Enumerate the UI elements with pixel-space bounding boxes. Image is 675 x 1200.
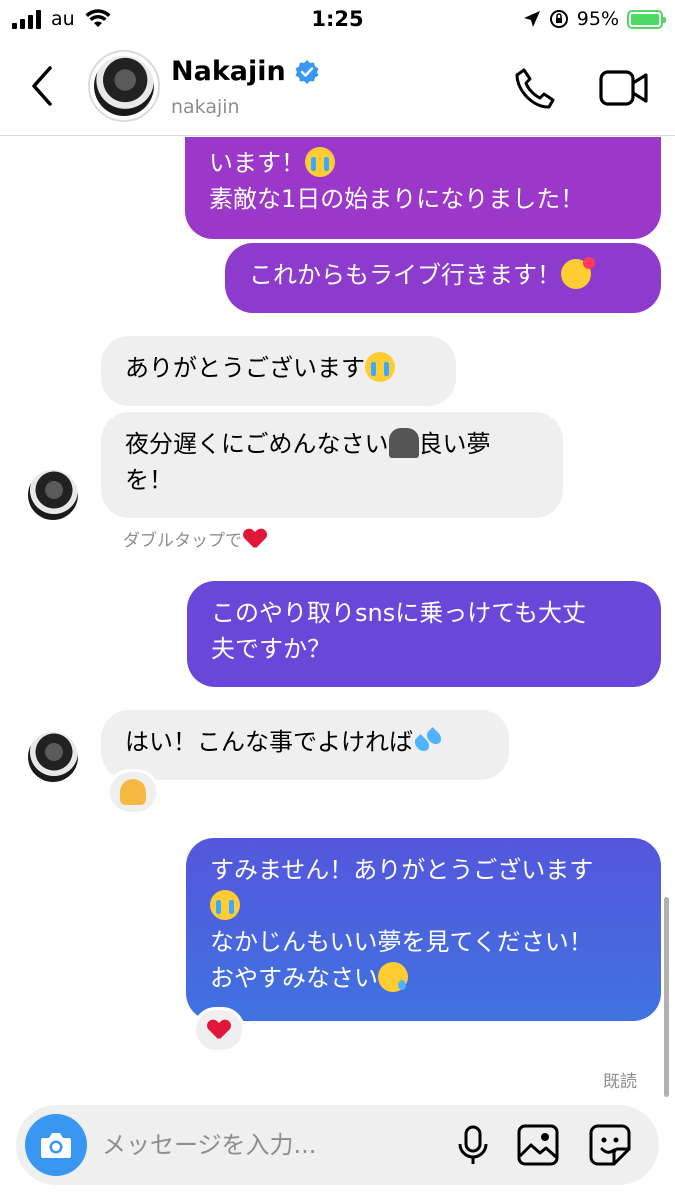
message-text: なかじんもいい夢を見てください！	[210, 928, 593, 956]
message-incoming[interactable]: はい！こんな事でよければ	[101, 710, 509, 780]
message-text: 夫ですか？	[211, 635, 331, 663]
message-input[interactable]	[102, 1127, 442, 1163]
profile-handle: nakajin	[171, 96, 240, 118]
message-text: おやすみなさい	[210, 964, 378, 992]
message-text: はい！こんな事でよければ	[125, 728, 413, 756]
location-arrow-icon	[523, 11, 540, 27]
sleepy-face-icon	[378, 962, 408, 992]
profile-name-row[interactable]: Nakajin	[171, 56, 320, 87]
message-incoming[interactable]: 夜分遅くにごめんなさい 良い夢 を！	[101, 412, 563, 518]
status-bar: au 1:25 95%	[0, 0, 675, 40]
red-heart-icon	[244, 529, 266, 549]
scrollbar[interactable]	[664, 897, 669, 1097]
red-heart-icon	[208, 1020, 230, 1040]
sender-avatar[interactable]	[28, 470, 78, 520]
verified-badge-icon	[295, 59, 319, 84]
message-incoming[interactable]: ありがとうございます	[101, 336, 456, 406]
message-outgoing[interactable]: これからもライブ行きます！	[225, 243, 661, 313]
camera-button[interactable]	[25, 1114, 87, 1176]
message-thread[interactable]: います！ 素敵な1日の始まりになりました！ これからもライブ行きます！ ありがと…	[0, 137, 675, 1100]
loudly-crying-face-icon	[210, 890, 240, 920]
camera-icon	[41, 1133, 71, 1158]
message-reaction[interactable]	[107, 769, 159, 815]
status-right: 95%	[523, 8, 666, 30]
double-tap-hint: ダブルタップで	[123, 526, 266, 551]
battery-percent: 95%	[576, 8, 619, 30]
folded-hands-icon	[120, 779, 146, 805]
message-text: 夜分遅くにごめんなさい	[125, 430, 389, 458]
message-text: ありがとうございます	[125, 354, 365, 382]
message-outgoing[interactable]: このやり取りsnsに乗っけても大丈 夫ですか？	[187, 581, 661, 687]
person-bowing-icon	[388, 428, 419, 458]
message-text: 良い夢	[418, 430, 491, 458]
video-call-icon[interactable]	[598, 68, 650, 108]
read-receipt: 既読	[603, 1072, 637, 1092]
back-chevron-icon[interactable]	[26, 64, 62, 108]
phone-call-icon[interactable]	[512, 66, 558, 112]
profile-name: Nakajin	[171, 56, 286, 87]
message-composer	[16, 1105, 659, 1185]
sticker-icon[interactable]	[588, 1123, 632, 1167]
message-text: います！	[209, 149, 305, 177]
message-text: これからもライブ行きます！	[249, 261, 561, 289]
chat-header: Nakajin nakajin	[0, 40, 675, 136]
message-outgoing[interactable]: います！ 素敵な1日の始まりになりました！	[185, 137, 661, 239]
sweat-droplets-icon	[413, 726, 443, 756]
smiling-face-with-hearts-icon	[561, 257, 595, 289]
microphone-icon[interactable]	[451, 1123, 495, 1167]
message-reaction[interactable]	[193, 1007, 245, 1053]
message-outgoing[interactable]: すみません！ありがとうございます なかじんもいい夢を見てください！ おやすみなさ…	[186, 838, 661, 1021]
hint-text: ダブルタップで	[123, 531, 242, 551]
message-text: このやり取りsnsに乗っけても大丈	[211, 599, 587, 627]
profile-avatar[interactable]	[88, 50, 160, 122]
loudly-crying-face-icon	[365, 352, 395, 382]
gallery-icon[interactable]	[516, 1123, 560, 1167]
battery-icon	[627, 9, 666, 29]
message-text: すみません！ありがとうございます	[210, 856, 594, 884]
sender-avatar[interactable]	[28, 732, 78, 782]
message-text: 素敵な1日の始まりになりました！	[209, 185, 585, 213]
loudly-crying-face-icon	[305, 147, 335, 177]
message-text: を！	[125, 466, 173, 494]
orientation-lock-icon	[549, 10, 568, 28]
